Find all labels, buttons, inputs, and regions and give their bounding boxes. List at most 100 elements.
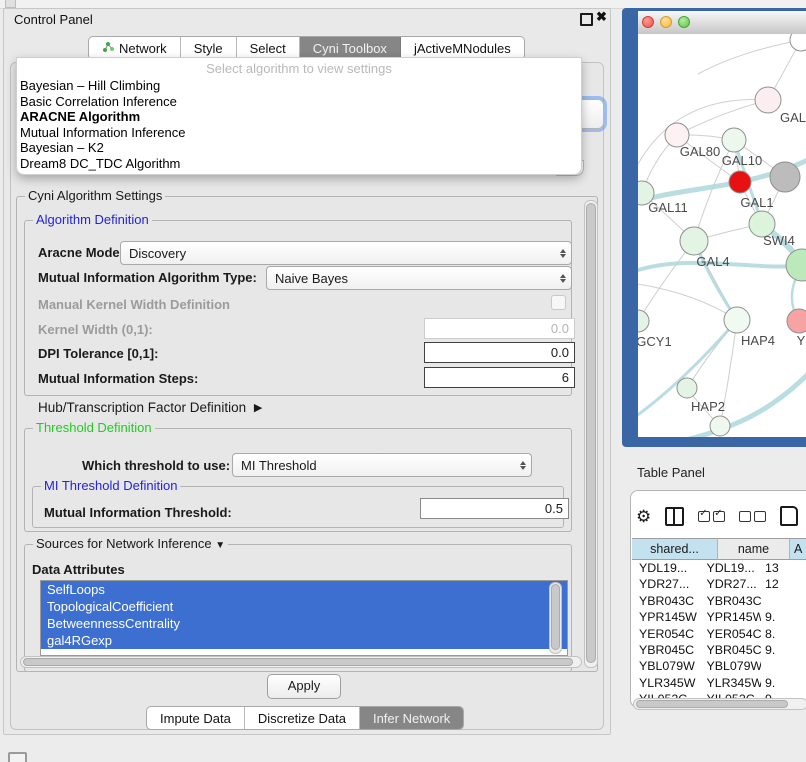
dpi-tolerance-field[interactable]: 0.0 [424, 342, 575, 363]
table-row[interactable]: YDL19...YDL19...13 [632, 560, 806, 576]
column-header[interactable]: shared... [632, 538, 718, 560]
settings-vertical-scrollbar-thumb[interactable] [586, 203, 596, 663]
tab-jactivemnodules[interactable]: jActiveMNodules [401, 37, 524, 59]
mi-algorithm-type-combobox[interactable]: Naive Bayes [266, 266, 572, 290]
network-canvas[interactable]: GALGAL80GAL10GAL1GAL11GAL4SWI4GCY1HAP4YH… [638, 34, 806, 437]
dropdown-item[interactable]: Mutual Information Inference [19, 125, 579, 141]
dropdown-item[interactable]: Bayesian – Hill Climbing [19, 78, 579, 94]
network-node-y[interactable] [787, 309, 806, 333]
table-cell: 13 [761, 560, 806, 576]
column-header[interactable]: A [790, 538, 806, 560]
node-label: GAL [780, 110, 806, 125]
table-panel-title: Table Panel [637, 465, 705, 480]
table-cell: 9. [761, 609, 806, 625]
table-row[interactable]: YLR345WYLR345W9. [632, 675, 806, 691]
network-node[interactable] [729, 171, 751, 193]
algorithm-dropdown-items: Bayesian – Hill ClimbingBasic Correlatio… [19, 78, 579, 172]
dropdown-item[interactable]: Bayesian – K2 [19, 140, 579, 156]
tab-discretize-data[interactable]: Discretize Data [245, 707, 360, 729]
network-node-gal[interactable] [755, 87, 781, 113]
attributes-vertical-scrollbar-thumb[interactable] [551, 584, 560, 650]
control-panel-title: Control Panel [14, 12, 93, 27]
table-cell: YLR345W [702, 675, 761, 691]
network-node-gal10[interactable] [722, 128, 746, 152]
network-node[interactable] [790, 34, 806, 51]
checked-box-icon [713, 511, 725, 522]
settings-horizontal-scrollbar-thumb[interactable] [23, 658, 573, 666]
network-node-gal4[interactable] [680, 227, 708, 255]
table-cell [761, 593, 806, 609]
minimize-traffic-light-icon[interactable] [660, 16, 672, 28]
zoom-traffic-light-icon[interactable] [678, 16, 690, 28]
table-row[interactable]: YER054CYER054C8. [632, 626, 806, 642]
network-icon [102, 41, 114, 56]
deselect-all-icon[interactable] [739, 511, 766, 522]
close-icon[interactable]: ✖ [596, 9, 607, 25]
table-row[interactable]: YBR045CYBR045C9. [632, 642, 806, 658]
table-row[interactable]: YBR043CYBR043C [632, 593, 806, 609]
float-window-icon[interactable] [580, 13, 593, 26]
combo-stepper-icon [555, 249, 571, 258]
kernel-width-field[interactable]: 0.0 [424, 318, 575, 339]
tab-impute-data[interactable]: Impute Data [147, 707, 245, 729]
settings-horizontal-scrollbar[interactable] [20, 656, 582, 668]
aracne-mode-combobox[interactable]: Discovery [120, 241, 572, 265]
network-node-hap2[interactable] [677, 378, 697, 398]
attribute-list-item[interactable]: BetweennessCentrality [41, 615, 567, 632]
algorithm-dropdown-popup: Select algorithm to view settings Bayesi… [16, 57, 582, 175]
tab-network[interactable]: Network [89, 37, 181, 59]
network-edge[interactable] [677, 100, 768, 135]
node-label: Y [797, 333, 806, 348]
node-label: GCY1 [638, 334, 672, 349]
network-node-hap4[interactable] [724, 307, 750, 333]
network-edge[interactable] [638, 284, 737, 320]
table-cell: YBR043C [702, 593, 761, 609]
tab-cyni-toolbox[interactable]: Cyni Toolbox [300, 37, 401, 59]
attribute-list-item[interactable]: TopologicalCoefficient [41, 598, 567, 615]
attributes-vertical-scrollbar[interactable] [549, 582, 562, 654]
network-window-titlebar[interactable] [638, 11, 806, 35]
tab-style[interactable]: Style [181, 37, 237, 59]
table-row[interactable]: YPR145WYPR145W9. [632, 609, 806, 625]
close-traffic-light-icon[interactable] [642, 16, 654, 28]
kernel-width-label: Kernel Width (0,1): [38, 322, 153, 337]
table-row[interactable]: YDR27...YDR27...12 [632, 576, 806, 592]
hub-definition-toggle[interactable]: Hub/Transcription Factor Definition ▶ [38, 400, 258, 415]
corner-widget[interactable] [8, 752, 27, 762]
network-node-gcy1[interactable] [638, 310, 649, 332]
table-row[interactable]: YBL079WYBL079W [632, 658, 806, 674]
network-node[interactable] [710, 416, 730, 436]
dropdown-item[interactable]: ARACNE Algorithm [19, 109, 579, 125]
network-edge[interactable] [638, 241, 694, 321]
mi-algorithm-type-label: Mutual Information Algorithm Type: [38, 270, 257, 285]
attribute-list-item[interactable]: SelfLoops [41, 581, 567, 598]
mi-steps-field[interactable]: 6 [424, 367, 575, 388]
network-node[interactable] [770, 162, 800, 192]
gear-icon[interactable]: ⚙ [636, 508, 651, 525]
apply-button[interactable]: Apply [267, 674, 341, 699]
chevron-down-icon[interactable]: ▼ [215, 540, 225, 551]
mi-steps-label: Mutual Information Steps: [38, 371, 198, 386]
dpi-tolerance-label: DPI Tolerance [0,1]: [38, 346, 158, 361]
table-horizontal-scrollbar[interactable] [633, 698, 806, 710]
mi-threshold-field[interactable]: 0.5 [420, 498, 569, 519]
network-node-swi4[interactable] [786, 249, 806, 281]
aracne-mode-value: Discovery [121, 246, 555, 261]
tab-select[interactable]: Select [237, 37, 300, 59]
manual-kernel-width-checkbox[interactable] [551, 295, 566, 310]
dropdown-item[interactable]: Dream8 DC_TDC Algorithm [19, 156, 579, 172]
select-all-icon[interactable] [698, 511, 725, 522]
tab-infer-network[interactable]: Infer Network [360, 707, 463, 729]
checked-box-icon [698, 511, 710, 522]
dropdown-item[interactable]: Basic Correlation Inference [19, 94, 579, 110]
table-horizontal-scrollbar-thumb[interactable] [636, 700, 788, 708]
which-threshold-combobox[interactable]: MI Threshold [232, 453, 532, 477]
settings-vertical-scrollbar[interactable] [584, 200, 598, 668]
chevron-right-icon: ▶ [254, 402, 262, 414]
columns-icon[interactable] [665, 507, 684, 526]
attribute-list-item[interactable]: gal4RGexp [41, 632, 567, 649]
data-attributes-list[interactable]: SelfLoopsTopologicalCoefficientBetweenne… [40, 580, 568, 656]
document-icon[interactable] [780, 506, 798, 526]
table-cell: YBL079W [632, 658, 702, 674]
column-header[interactable]: name [718, 538, 790, 560]
